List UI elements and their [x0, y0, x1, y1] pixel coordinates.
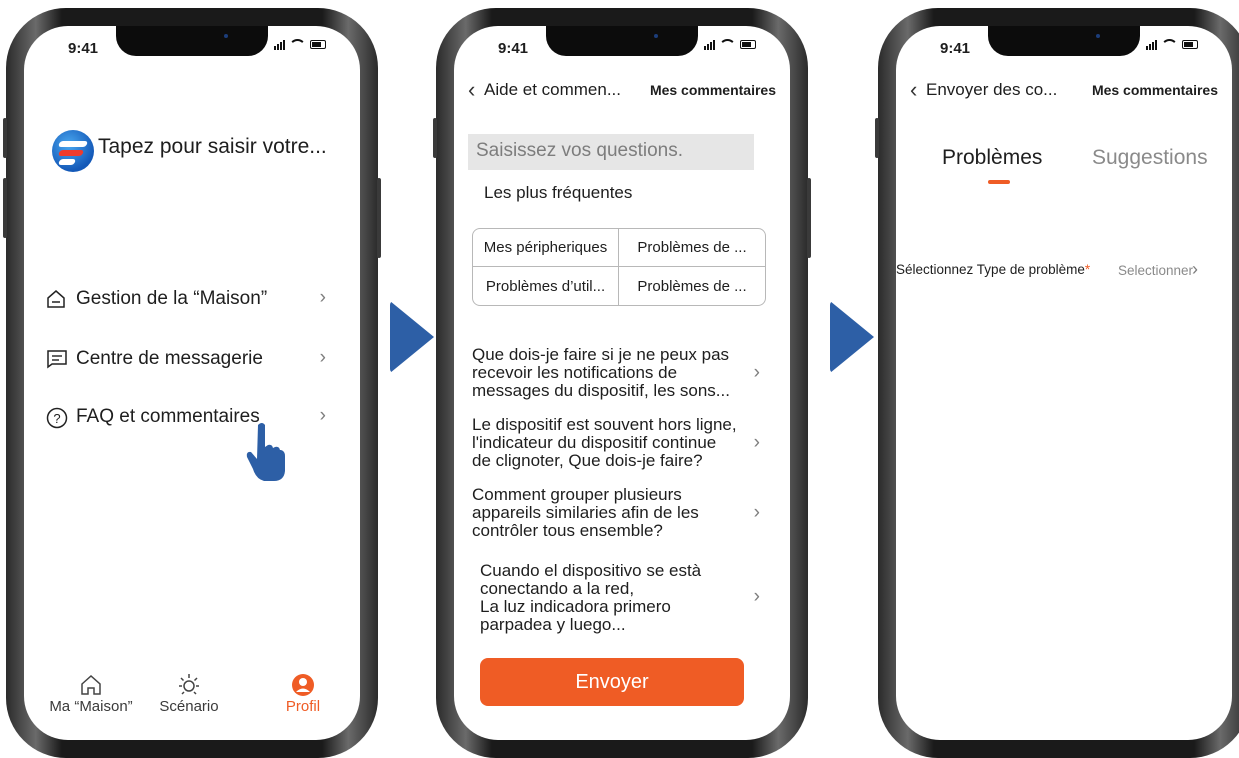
chevron-right-icon: ›	[753, 586, 760, 607]
wifi-icon	[719, 39, 736, 50]
svg-text:?: ?	[53, 411, 60, 426]
faq-line: appareils similaries afin de les	[472, 503, 699, 522]
menu-item-home-management[interactable]: Gestion de la “Maison” ›	[46, 284, 332, 316]
flow-arrow-1	[390, 301, 434, 373]
menu-item-messages[interactable]: Centre de messagerie ›	[46, 344, 332, 376]
sun-icon	[179, 674, 199, 695]
bottom-tab-bar: Ma “Maison” Scénario Profil	[24, 650, 360, 740]
faq-line: messages du dispositif, les sons...	[472, 381, 730, 400]
search-input[interactable]: Saisissez vos questions.	[468, 134, 754, 170]
chevron-right-icon: ›	[319, 347, 326, 368]
tab-home[interactable]: Ma “Maison”	[46, 672, 136, 715]
pointing-hand-icon	[246, 423, 285, 481]
tab-profile[interactable]: Profil	[278, 672, 328, 715]
field-label: Sélectionnez Type de problème	[896, 262, 1085, 277]
tab-label: Scénario	[159, 698, 219, 715]
battery-icon	[740, 40, 756, 49]
battery-icon	[1182, 40, 1198, 49]
flow-arrow-2	[830, 301, 874, 373]
faq-line: Cuando el dispositivo se està	[480, 561, 702, 580]
category-cell[interactable]: Problèmes de ...	[619, 229, 765, 267]
feedback-screen: 9:41 ‹ Envoyer des co... Mes commentaire…	[896, 26, 1232, 740]
select-value: Selectionner	[1118, 263, 1194, 278]
faq-line: Que dois-je faire si je ne peux pas	[472, 345, 730, 364]
chevron-right-icon: ›	[753, 362, 760, 383]
faq-item[interactable]: Que dois-je faire si je ne peux pas rece…	[472, 346, 764, 404]
tab-scenario[interactable]: Scénario	[154, 672, 224, 715]
home-icon	[81, 674, 101, 695]
notch	[988, 26, 1140, 56]
message-box-icon	[47, 350, 67, 369]
back-arrow-icon[interactable]: ‹	[468, 77, 475, 103]
section-title: Les plus fréquentes	[484, 183, 633, 202]
menu-label: Centre de messagerie	[76, 348, 263, 369]
tab-suggestions[interactable]: Suggestions	[1092, 146, 1208, 170]
profile-screen: 9:41 Tapez pour saisir votre... Gestion …	[24, 26, 360, 740]
my-feedback-link[interactable]: Mes commentaires	[650, 82, 776, 98]
wifi-icon	[289, 39, 306, 50]
send-button[interactable]: Envoyer	[480, 658, 744, 706]
status-icons	[704, 39, 756, 50]
faq-item[interactable]: Comment grouper plusieurs appareils simi…	[472, 486, 764, 544]
chevron-right-icon: ›	[319, 405, 326, 426]
signal-icon	[1146, 39, 1157, 50]
notch	[116, 26, 268, 56]
chevron-right-icon: ›	[753, 502, 760, 523]
chevron-right-icon: ›	[319, 287, 326, 308]
faq-line: parpadea y luego...	[480, 615, 626, 634]
category-cell[interactable]: Mes péripheriques	[473, 229, 619, 267]
menu-label: FAQ et commentaires	[76, 406, 260, 427]
faq-line: La luz indicadora primero	[480, 597, 671, 616]
faq-line: conectando a la red,	[480, 579, 635, 598]
battery-icon	[310, 40, 326, 49]
faq-item[interactable]: Le dispositif est souvent hors ligne, l'…	[472, 416, 764, 474]
problem-type-row[interactable]: Sélectionnez Type de problème* Selection…	[896, 259, 1232, 279]
active-tab-indicator	[988, 180, 1010, 184]
search-prompt[interactable]: Tapez pour saisir votre...	[98, 135, 327, 159]
chevron-right-icon: ›	[753, 432, 760, 453]
tab-label: Profil	[285, 698, 321, 715]
faq-line: de clignoter, Que dois-je faire?	[472, 451, 703, 470]
profile-icon	[292, 674, 314, 696]
required-mark: *	[1084, 262, 1091, 277]
category-cell[interactable]: Problèmes de ...	[619, 267, 765, 305]
menu-label: Gestion de la “Maison”	[76, 288, 268, 309]
tab-problems[interactable]: Problèmes	[942, 146, 1042, 170]
faq-line: contrôler tous ensemble?	[472, 521, 663, 540]
faq-item[interactable]: Cuando el dispositivo se està conectando…	[480, 562, 764, 638]
category-grid: Mes péripheriques Problèmes de ... Probl…	[472, 228, 766, 306]
signal-icon	[704, 39, 715, 50]
status-time: 9:41	[68, 40, 99, 57]
notch	[546, 26, 698, 56]
phone-frame-3: 9:41 ‹ Envoyer des co... Mes commentaire…	[875, 8, 1239, 758]
help-screen: 9:41 ‹ Aide et commen... Mes commentaire…	[454, 26, 790, 740]
my-feedback-link[interactable]: Mes commentaires	[1092, 82, 1218, 98]
faq-line: recevoir les notifications de	[472, 363, 678, 382]
phone-frame-1: 9:41 Tapez pour saisir votre... Gestion …	[3, 8, 381, 758]
menu-item-faq[interactable]: ? FAQ et commentaires ›	[46, 402, 332, 434]
faq-line: Le dispositif est souvent hors ligne,	[472, 415, 737, 434]
nav-bar: ‹ Envoyer des co... Mes commentaires	[896, 74, 1232, 104]
question-circle-icon: ?	[46, 407, 68, 429]
status-icons	[274, 39, 326, 50]
app-logo	[52, 130, 94, 172]
tab-label: Ma “Maison”	[49, 698, 133, 715]
wifi-icon	[1161, 39, 1178, 50]
faq-line: Comment grouper plusieurs	[472, 485, 682, 504]
page-title: Envoyer des co...	[926, 80, 1058, 99]
home-outline-icon	[47, 290, 65, 308]
faq-line: l'indicateur du dispositif continue	[472, 433, 717, 452]
status-time: 9:41	[498, 40, 529, 57]
signal-icon	[274, 39, 285, 50]
page-title: Aide et commen...	[484, 80, 622, 99]
status-icons	[1146, 39, 1198, 50]
category-cell[interactable]: Problèmes d’util...	[473, 267, 619, 305]
back-arrow-icon[interactable]: ‹	[910, 77, 917, 103]
chevron-right-icon: ›	[1192, 259, 1198, 279]
phone-frame-2: 9:41 ‹ Aide et commen... Mes commentaire…	[433, 8, 811, 758]
nav-bar: ‹ Aide et commen... Mes commentaires	[454, 74, 790, 104]
status-time: 9:41	[940, 40, 971, 57]
